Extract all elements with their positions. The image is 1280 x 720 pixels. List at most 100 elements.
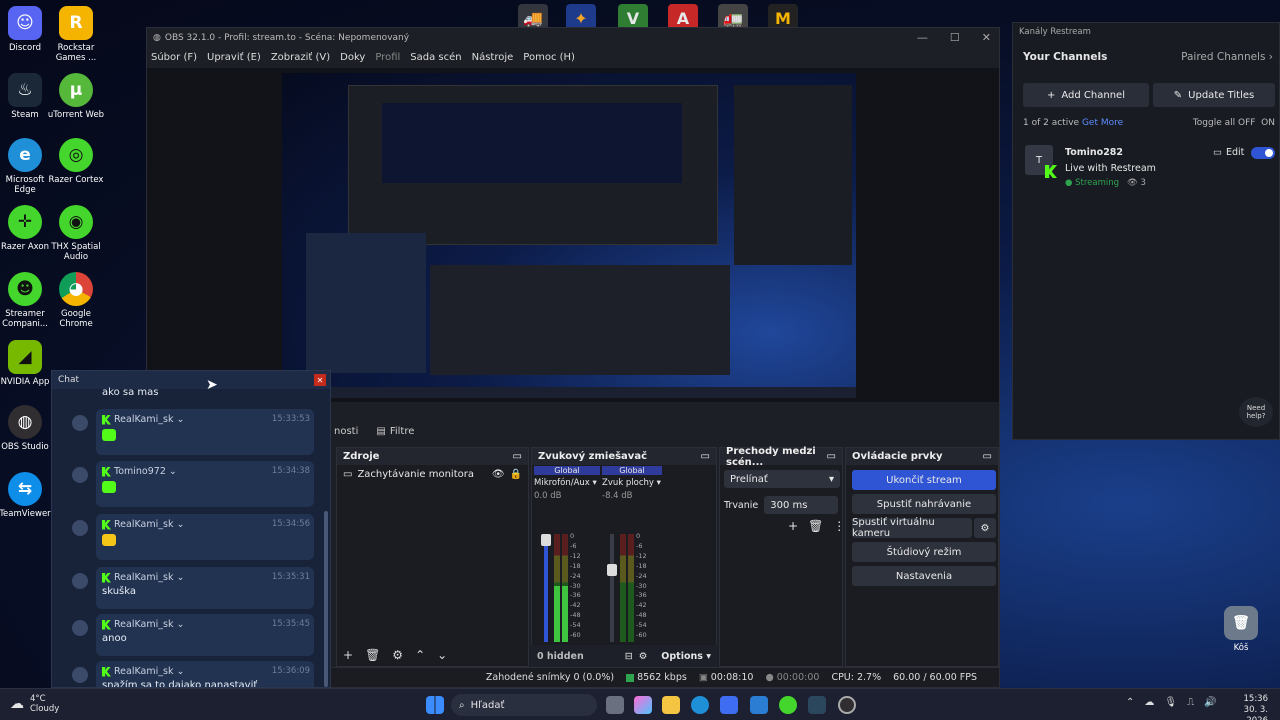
desktop-icon-label: THX Spatial Audio bbox=[51, 242, 101, 262]
mixer-scale-2: 0 -6 -12 -18 -24 -30 -36 -42 -48 -54 -60 bbox=[636, 532, 647, 641]
network-icon[interactable]: ⎍ bbox=[1187, 697, 1194, 708]
volume-icon[interactable]: 🔊 bbox=[1204, 697, 1216, 708]
windows-start-icon[interactable] bbox=[426, 696, 444, 714]
desktop-icon-chrome[interactable]: ◕ Google Chrome bbox=[46, 272, 106, 329]
search-label: Hľadať bbox=[470, 699, 505, 711]
mixer-scale-1: 0 -6 -12 -18 -24 -30 -36 -42 -48 -54 -60 bbox=[570, 532, 581, 641]
paired-channels-link[interactable]: Paired Channels › bbox=[1181, 51, 1273, 63]
start-recording-button[interactable]: Spustiť nahrávanie bbox=[852, 494, 996, 514]
trash-icon[interactable]: 🗑 bbox=[808, 519, 823, 533]
fader-desktop[interactable] bbox=[607, 534, 617, 642]
tab-properties[interactable]: nosti bbox=[334, 426, 358, 437]
menu-docks[interactable]: Doky bbox=[340, 52, 365, 63]
undock-icon[interactable]: ▭ bbox=[827, 451, 836, 462]
toggle-all[interactable]: Toggle all OFF ON bbox=[1193, 118, 1275, 128]
utorrent-icon: μ bbox=[59, 73, 93, 107]
chat-message: RealKami_sk ⌄ 15:35:45 anoo bbox=[60, 614, 314, 656]
add-icon[interactable]: + bbox=[343, 648, 353, 662]
obs-taskbar-icon[interactable] bbox=[838, 696, 856, 714]
fader-handle[interactable] bbox=[607, 564, 617, 576]
menu-tools[interactable]: Nástroje bbox=[472, 52, 514, 63]
chat-close-icon[interactable]: ✕ bbox=[314, 374, 326, 386]
chevron-up-icon[interactable]: ⌃ bbox=[415, 648, 425, 662]
copilot-icon[interactable] bbox=[634, 696, 652, 714]
menu-scene-collection[interactable]: Sada scén bbox=[410, 52, 461, 63]
menu-file[interactable]: Súbor (F) bbox=[151, 52, 197, 63]
update-titles-button[interactable]: ✎ Update Titles bbox=[1153, 83, 1275, 107]
maximize-icon[interactable]: ☐ bbox=[950, 31, 960, 44]
studio-mode-button[interactable]: Štúdiový režim bbox=[852, 542, 996, 562]
channel-toggle[interactable] bbox=[1251, 147, 1275, 159]
emote-icon bbox=[102, 429, 116, 441]
chat-scrollbar[interactable] bbox=[324, 511, 328, 687]
get-more-link[interactable]: Get More bbox=[1082, 118, 1123, 128]
mixer-options-button[interactable]: Options ▾ bbox=[661, 651, 711, 662]
more-icon[interactable]: ⋮ bbox=[833, 519, 845, 533]
undock-icon[interactable]: ▭ bbox=[983, 451, 992, 462]
scale-tick: -42 bbox=[570, 601, 581, 610]
file-explorer-icon[interactable] bbox=[662, 696, 680, 714]
start-virtual-camera-button[interactable]: Spustiť virtuálnu kameru bbox=[852, 517, 972, 539]
undock-icon[interactable]: ▭ bbox=[701, 451, 710, 462]
desktop-icon-thx[interactable]: ◉ THX Spatial Audio bbox=[46, 205, 106, 262]
desktop-icon-rockstar[interactable]: R Rockstar Games ... bbox=[46, 6, 106, 63]
channel-edit[interactable]: ▭ Edit bbox=[1213, 147, 1244, 158]
taskbar-search[interactable]: ⌕ Hľadať bbox=[451, 694, 597, 716]
task-view-icon[interactable] bbox=[606, 696, 624, 714]
obs-preview[interactable] bbox=[147, 68, 999, 402]
scale-tick: -6 bbox=[636, 541, 643, 550]
minimize-icon[interactable]: — bbox=[917, 31, 928, 44]
duration-row: Trvanie 300 ms bbox=[724, 496, 839, 514]
tab-filters[interactable]: ▤ Filtre bbox=[376, 426, 414, 437]
transition-select[interactable]: Prelínať ▾ bbox=[724, 470, 840, 488]
steam-taskbar-icon[interactable] bbox=[808, 696, 826, 714]
menu-view[interactable]: Zobraziť (V) bbox=[271, 52, 330, 63]
desktop-icon-obs[interactable]: ◍ OBS Studio bbox=[0, 405, 55, 452]
need-help-button[interactable]: Need help? bbox=[1239, 397, 1273, 427]
razer-taskbar-icon[interactable] bbox=[779, 696, 797, 714]
store-icon[interactable] bbox=[720, 696, 738, 714]
settings-button[interactable]: Nastavenia bbox=[852, 566, 996, 586]
virtual-camera-settings-icon[interactable]: ⚙ bbox=[974, 518, 996, 538]
undock-icon[interactable]: ▭ bbox=[513, 451, 522, 462]
clock[interactable]: 15:36 30. 3. 2026 bbox=[1224, 694, 1269, 720]
channel-name[interactable]: Zvuk plochy ▾ bbox=[602, 478, 662, 488]
menu-profile[interactable]: Profil bbox=[375, 52, 400, 63]
duration-input[interactable]: 300 ms bbox=[764, 496, 839, 514]
microphone-icon[interactable]: 🎙 bbox=[1164, 697, 1177, 708]
chevron-down-icon[interactable]: ⌄ bbox=[437, 648, 447, 662]
stop-stream-button[interactable]: Ukončiť stream bbox=[852, 470, 996, 490]
fader-mic[interactable] bbox=[541, 534, 551, 642]
level-meter-desktop-r bbox=[628, 534, 634, 642]
message-card: RealKami_sk ⌄ 15:33:53 bbox=[96, 409, 314, 455]
scale-tick: -24 bbox=[570, 571, 581, 580]
desktop-icon-label: Rockstar Games ... bbox=[55, 43, 97, 63]
close-icon[interactable]: ✕ bbox=[982, 31, 991, 44]
desktop-icon-teamviewer[interactable]: ⇆ TeamViewer bbox=[0, 472, 55, 519]
desktop-icon-utorrent[interactable]: μ uTorrent Web bbox=[46, 73, 106, 120]
scale-tick: -54 bbox=[636, 621, 647, 630]
channel-name[interactable]: Mikrofón/Aux ▾ bbox=[534, 478, 600, 488]
onedrive-icon[interactable]: ☁ bbox=[1144, 697, 1154, 708]
edge-taskbar-icon[interactable] bbox=[691, 696, 709, 714]
layout-icon[interactable]: ⊟ bbox=[625, 651, 633, 662]
desktop-icon-razer-cortex[interactable]: ◎ Razer Cortex bbox=[46, 138, 106, 185]
source-item[interactable]: ▭ Zachytávanie monitora 👁 🔒 bbox=[337, 465, 528, 484]
trash-icon[interactable]: 🗑 bbox=[365, 648, 380, 662]
lock-icon[interactable]: 🔒 bbox=[510, 469, 522, 480]
weather-widget[interactable]: ☁ 4°C Cloudy bbox=[10, 694, 59, 714]
gear-icon[interactable]: ⚙ bbox=[392, 648, 403, 662]
desktop-icon-recycle-bin[interactable]: 🗑 Kôš bbox=[1211, 606, 1271, 653]
fader-handle[interactable] bbox=[541, 534, 551, 546]
menu-help[interactable]: Pomoc (H) bbox=[523, 52, 575, 63]
chevron-up-icon[interactable]: ⌃ bbox=[1126, 697, 1134, 708]
message-time: 15:34:56 bbox=[271, 519, 310, 529]
add-channel-button[interactable]: + Add Channel bbox=[1023, 83, 1149, 107]
link-icon[interactable]: ⚙ bbox=[639, 651, 648, 662]
add-icon[interactable]: + bbox=[788, 519, 798, 533]
menu-edit[interactable]: Upraviť (E) bbox=[207, 52, 261, 63]
mail-icon[interactable] bbox=[750, 696, 768, 714]
desktop-icon-nvidia[interactable]: ◢ NVIDIA App bbox=[0, 340, 55, 387]
visibility-icon[interactable]: 👁 bbox=[492, 469, 505, 480]
scale-tick: -30 bbox=[570, 581, 581, 590]
